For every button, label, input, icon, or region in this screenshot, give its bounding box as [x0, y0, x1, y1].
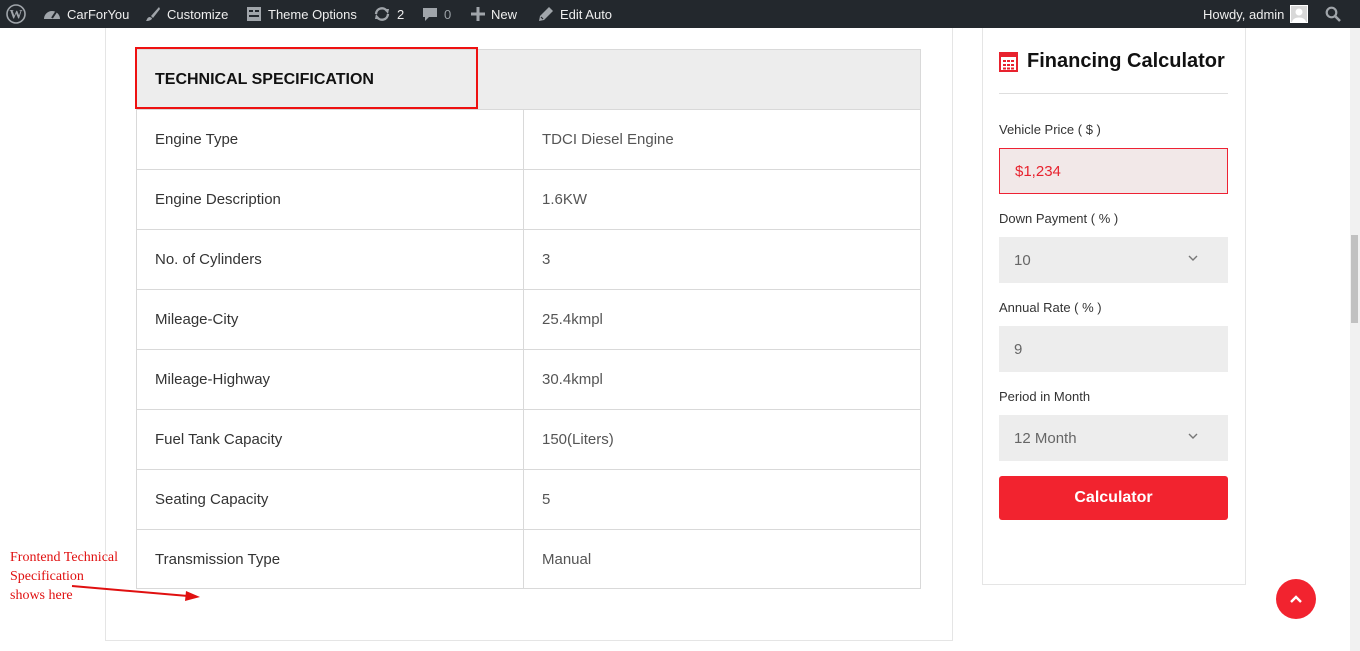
admin-bar: W CarForYou Customize Theme Options 2 0 …	[0, 0, 1360, 28]
table-row: No. of Cylinders 3	[137, 230, 920, 290]
table-row: Mileage-City 25.4kmpl	[137, 290, 920, 350]
table-row: Transmission Type Manual	[137, 530, 920, 588]
greeting-label: Howdy, admin	[1203, 6, 1285, 22]
wordpress-logo-icon[interactable]: W	[6, 0, 26, 28]
spec-value: 25.4kmpl	[542, 311, 603, 328]
plus-icon	[471, 7, 485, 21]
period-select[interactable]: 12 Month	[999, 415, 1228, 461]
account-menu[interactable]: Howdy, admin	[1203, 0, 1309, 28]
technical-spec-table: TECHNICAL SPECIFICATION Engine Type TDCI…	[136, 49, 921, 589]
period-value: 12 Month	[1014, 429, 1077, 447]
table-row: Seating Capacity 5	[137, 470, 920, 530]
spec-label: Seating Capacity	[137, 470, 524, 529]
chevron-down-icon	[1188, 255, 1198, 261]
annotation-arrow-icon	[71, 585, 200, 601]
theme-options-label: Theme Options	[268, 6, 357, 22]
edit-auto-link[interactable]: Edit Auto	[538, 0, 612, 28]
pencil-icon	[539, 7, 553, 21]
chevron-up-icon	[1290, 595, 1302, 603]
vehicle-price-value: $1,234	[1015, 162, 1061, 180]
site-name-menu[interactable]: CarForYou	[43, 0, 129, 28]
customize-link[interactable]: Customize	[145, 0, 228, 28]
updates-link[interactable]: 2	[373, 0, 404, 28]
spec-label: Fuel Tank Capacity	[137, 410, 524, 469]
annual-rate-input[interactable]: 9	[999, 326, 1228, 372]
scrollbar-thumb[interactable]	[1351, 235, 1358, 323]
spec-value: 30.4kmpl	[542, 371, 603, 388]
new-label: New	[491, 6, 518, 22]
theme-options-icon	[247, 7, 261, 21]
calculator-title: Financing Calculator	[1027, 50, 1225, 72]
updates-count: 2	[397, 6, 405, 22]
comments-link[interactable]: 0	[422, 0, 451, 28]
spec-value: Manual	[542, 550, 592, 568]
spec-label: No. of Cylinders	[137, 230, 524, 289]
down-payment-select[interactable]: 10	[999, 237, 1228, 283]
new-content-menu[interactable]: New	[471, 0, 517, 28]
down-payment-label: Down Payment ( % )	[999, 211, 1119, 226]
vehicle-price-input[interactable]: $1,234	[999, 148, 1228, 194]
table-row: Mileage-Highway 30.4kmpl	[137, 350, 920, 410]
spec-value: 150(Liters)	[542, 431, 614, 448]
chevron-down-icon	[1188, 433, 1198, 439]
spec-label: Engine Type	[137, 110, 524, 169]
period-label: Period in Month	[999, 389, 1091, 404]
divider	[999, 93, 1228, 94]
spec-label: Engine Description	[137, 170, 524, 229]
back-to-top-button[interactable]	[1276, 579, 1316, 619]
annual-rate-value: 9	[1014, 340, 1023, 358]
down-payment-value: 10	[1014, 251, 1031, 269]
comments-count: 0	[444, 6, 452, 22]
svg-text:W: W	[10, 7, 23, 22]
updates-icon	[374, 7, 390, 21]
annotation-line: Frontend Technical	[10, 550, 119, 565]
site-name-label: CarForYou	[67, 6, 130, 22]
table-row: Engine Description 1.6KW	[137, 170, 920, 230]
table-row: Engine Type TDCI Diesel Engine	[137, 110, 920, 170]
spec-label: Mileage-City	[137, 290, 524, 349]
spec-value: 5	[542, 491, 551, 508]
avatar	[1290, 5, 1309, 23]
spec-value: TDCI Diesel Engine	[542, 131, 674, 148]
calculator-icon	[999, 51, 1018, 72]
table-row: Fuel Tank Capacity 150(Liters)	[137, 410, 920, 470]
annual-rate-label: Annual Rate ( % )	[999, 300, 1102, 315]
annotation-highlight-box	[135, 47, 478, 109]
calculate-button[interactable]: Calculator	[999, 476, 1228, 520]
spec-label: Mileage-Highway	[137, 350, 524, 409]
page-scrollbar[interactable]	[1350, 28, 1360, 651]
vehicle-price-label: Vehicle Price ( $ )	[999, 122, 1101, 137]
comment-icon	[423, 8, 437, 21]
paintbrush-icon	[146, 7, 160, 21]
search-icon[interactable]	[1325, 0, 1341, 28]
spec-value: 3	[542, 251, 551, 268]
theme-options-link[interactable]: Theme Options	[246, 0, 357, 28]
edit-auto-label: Edit Auto	[560, 6, 613, 22]
dashboard-icon	[44, 11, 60, 19]
calculator-header: Financing Calculator	[999, 50, 1225, 73]
spec-value: 1.6KW	[542, 191, 588, 208]
customize-label: Customize	[167, 6, 229, 22]
